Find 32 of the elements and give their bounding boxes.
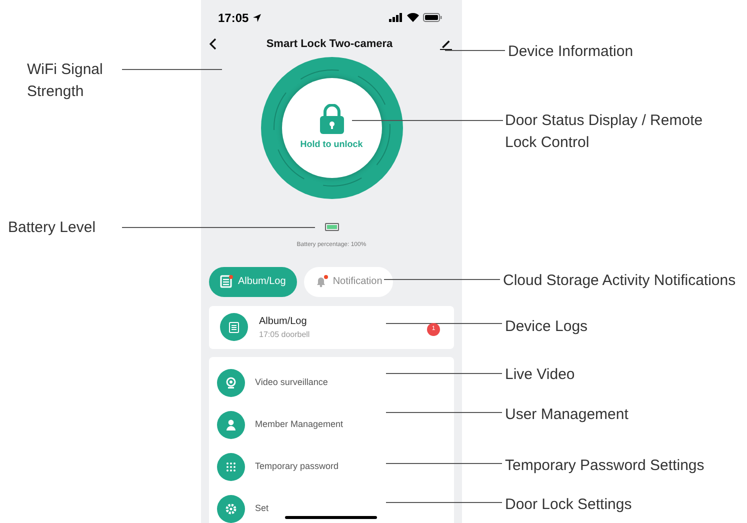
callout-label: Temporary Password Settings [505, 456, 706, 476]
status-time: 17:05 [218, 10, 249, 27]
log-title: Album/Log [259, 314, 308, 329]
menu-item[interactable]: Member Management [217, 411, 446, 439]
bell-icon [314, 275, 328, 288]
list-icon [220, 275, 233, 288]
screen-title: Smart Lock Two-camera [266, 36, 393, 52]
battery-icon [324, 222, 338, 231]
callout-label: WiFi Signal Strength [27, 60, 104, 102]
person-icon [217, 411, 245, 439]
log-subtitle: 17:05 doorbell [259, 328, 311, 341]
camera-icon [217, 369, 245, 397]
callout-label: Device Information [508, 42, 634, 62]
callout-label: Battery Level [8, 218, 97, 238]
menu-item[interactable]: Temporary password [217, 453, 446, 481]
callout-label: Device Logs [505, 317, 589, 337]
padlock-icon [320, 104, 344, 134]
callout-label: Cloud Storage Activity Notifications [503, 271, 737, 291]
callout-label: Live Video [505, 365, 576, 385]
battery-status-icon [423, 13, 442, 22]
keypad-icon [217, 453, 245, 481]
leader-line [445, 50, 505, 51]
log-icon [220, 313, 248, 342]
callout-label: Door Status Display / Remote Lock Control [505, 111, 704, 153]
tab[interactable]: Notification [304, 266, 394, 297]
location-arrow-icon [252, 12, 262, 23]
back-button[interactable] [209, 37, 219, 52]
callout-label: Door Lock Settings [505, 495, 633, 515]
signal-icon [389, 13, 403, 22]
menu-item[interactable]: Video surveillance [217, 369, 446, 397]
wifi-icon [407, 13, 419, 22]
callout-label: User Management [505, 405, 630, 425]
